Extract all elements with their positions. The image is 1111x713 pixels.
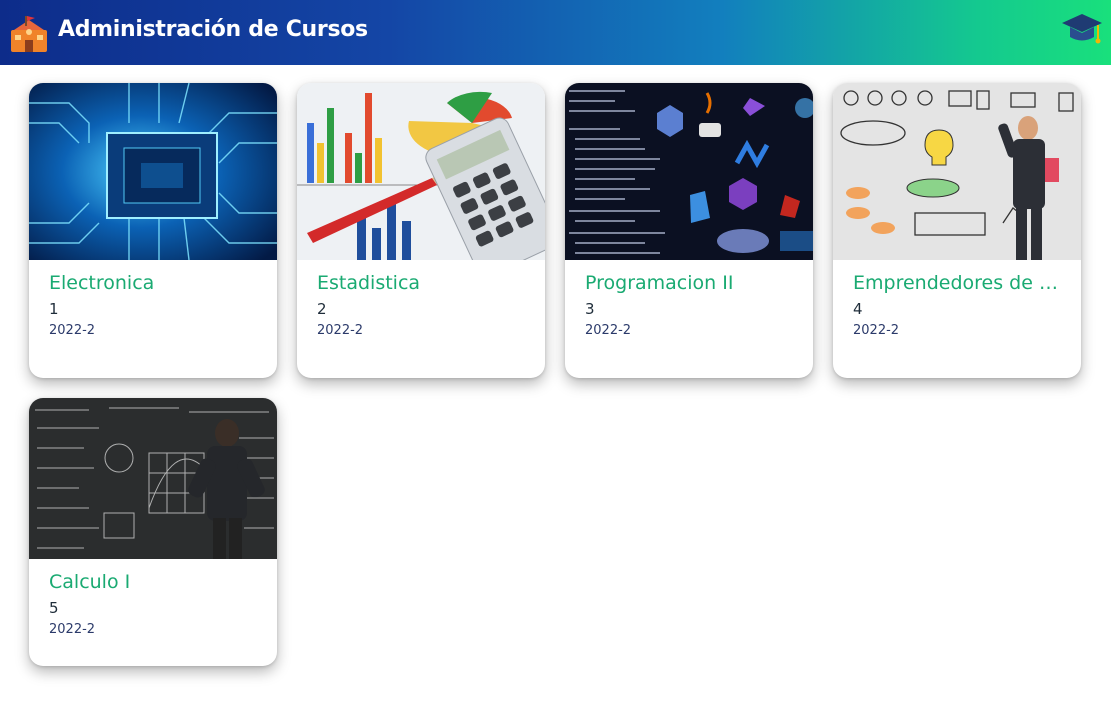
course-card[interactable]: Electronica 1 2022-2	[29, 83, 277, 378]
graduation-cap-icon[interactable]	[1060, 10, 1104, 50]
course-card[interactable]: Emprendedores de n... 4 2022-2	[833, 83, 1081, 378]
course-number: 1	[49, 300, 59, 318]
course-number: 5	[49, 599, 59, 617]
course-period: 2022-2	[853, 323, 900, 338]
course-card[interactable]: Programacion II 3 2022-2	[565, 83, 813, 378]
course-name: Calculo I	[49, 571, 131, 593]
course-number: 4	[853, 300, 863, 318]
course-number: 2	[317, 300, 327, 318]
course-name: Electronica	[49, 272, 155, 294]
course-period: 2022-2	[49, 622, 96, 637]
course-period: 2022-2	[317, 323, 364, 338]
course-card[interactable]: Estadistica 2 2022-2	[297, 83, 545, 378]
course-name: Emprendedores de n...	[853, 272, 1061, 294]
circuit-board-image	[29, 83, 277, 260]
course-period: 2022-2	[49, 323, 96, 338]
top-app-bar: Administración de Cursos	[0, 0, 1111, 65]
course-name: Programacion II	[585, 272, 734, 294]
app-title: Administración de Cursos	[58, 17, 368, 42]
course-name: Estadistica	[317, 272, 421, 294]
entrepreneur-whiteboard-image	[833, 83, 1081, 260]
course-card[interactable]: Calculo I 5 2022-2	[29, 398, 277, 666]
math-chalkboard-image	[29, 398, 277, 559]
programming-languages-image	[565, 83, 813, 260]
course-number: 3	[585, 300, 595, 318]
statistics-calculator-image	[297, 83, 545, 260]
course-period: 2022-2	[585, 323, 632, 338]
school-building-icon	[11, 16, 47, 52]
